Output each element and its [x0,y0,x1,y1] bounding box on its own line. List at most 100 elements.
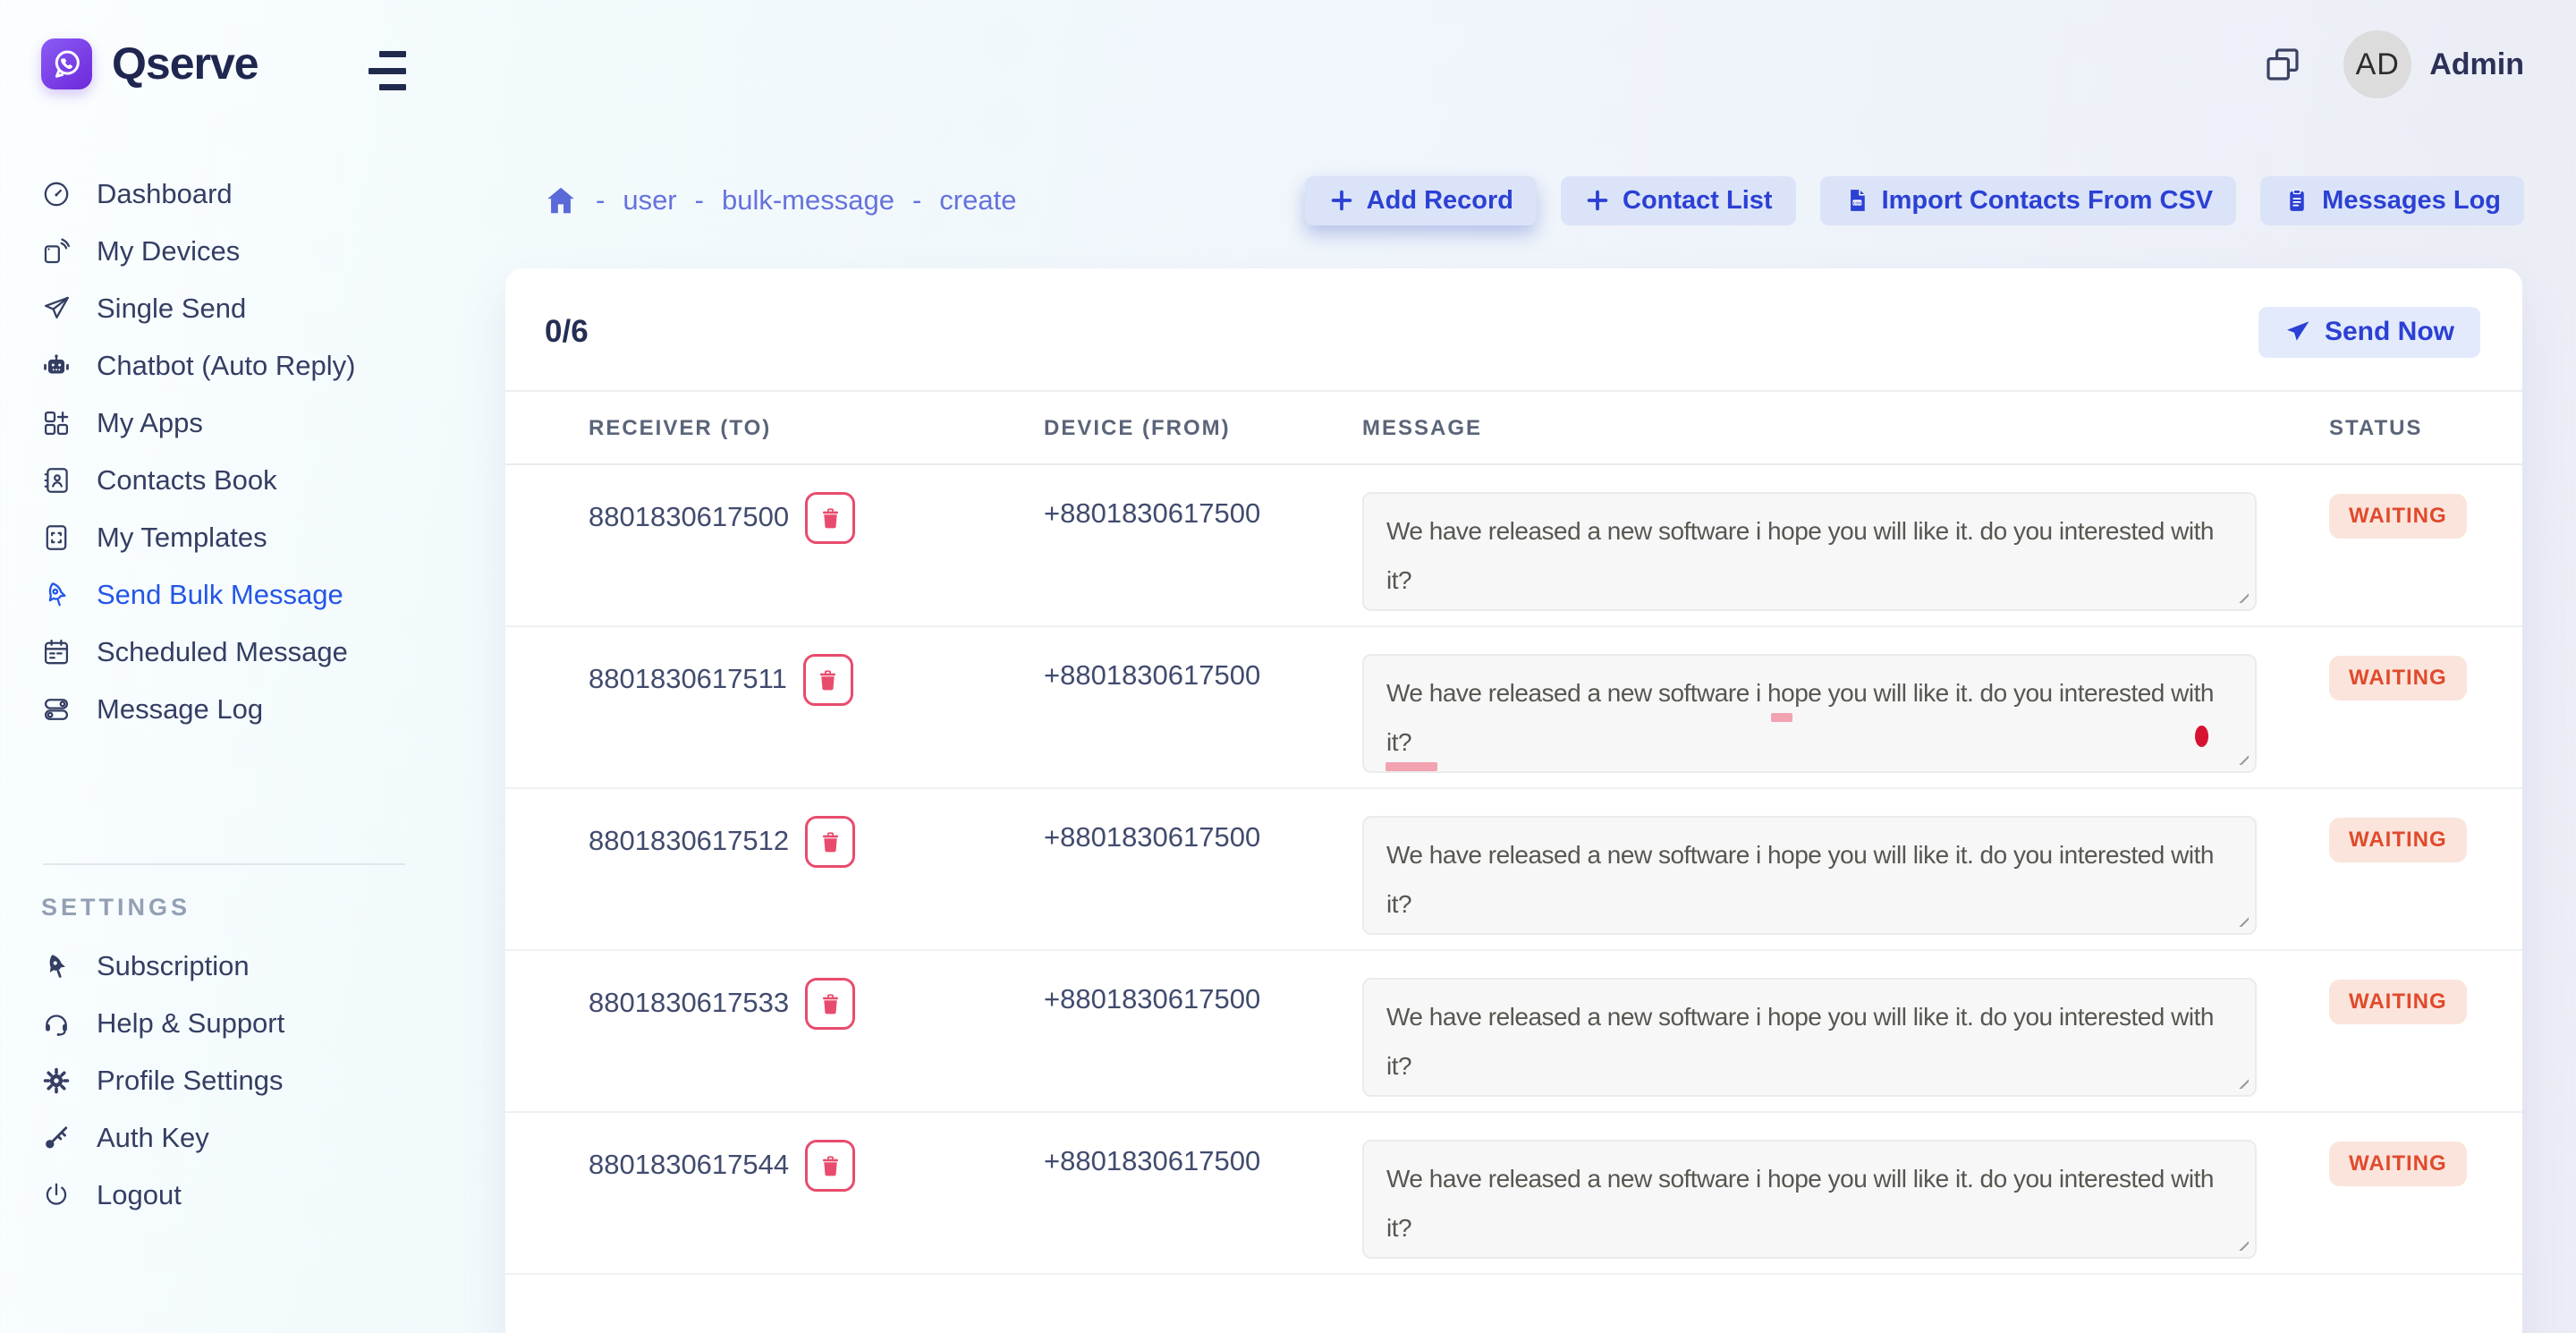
sidebar-item-label: My Devices [97,235,240,267]
sidebar-item-single-send[interactable]: Single Send [0,280,477,337]
sidebar-item-label: My Apps [97,407,203,439]
table-row: 8801830617533 +8801830617500 We have rel… [505,951,2522,1113]
sidebar-item-send-bulk-message[interactable]: Send Bulk Message [0,566,477,624]
clipboard-icon [2284,187,2310,214]
sidebar-item-help-support[interactable]: Help & Support [0,995,477,1052]
sidebar-item-my-apps[interactable]: My Apps [0,395,477,452]
sidebar-item-profile-settings[interactable]: Profile Settings [0,1052,477,1109]
import-contacts-from-csv-button[interactable]: CSV Import Contacts From CSV [1820,176,2237,225]
column-header-device: DEVICE (FROM) [1044,416,1362,441]
address-book-icon [41,465,72,496]
toggles-icon [41,694,72,725]
message-textarea[interactable]: We have released a new software i hope y… [1362,978,2257,1097]
receiver-number: 8801830617512 [589,823,789,859]
sidebar-item-dashboard[interactable]: Dashboard [0,166,477,223]
trash-icon [816,668,840,692]
sidebar-toggle-button[interactable] [369,51,406,90]
page-actions: Add Record Contact List CSV Import Conta… [1305,176,2524,225]
receiver-number: 8801830617511 [589,661,787,697]
key-icon [41,1123,72,1153]
contact-list-button[interactable]: Contact List [1561,176,1796,225]
sidebar-item-my-templates[interactable]: My Templates [0,509,477,566]
delete-row-button[interactable] [805,1140,855,1192]
message-textarea[interactable]: We have released a new software i hope y… [1362,492,2257,611]
headset-icon [41,1008,72,1039]
breadcrumb: -user-bulk-message-create [544,183,1016,217]
trash-icon [818,830,843,854]
action-button-label: Add Record [1367,186,1513,216]
sidebar-item-logout[interactable]: Logout [0,1167,477,1224]
template-file-icon [41,522,72,553]
home-icon[interactable] [544,183,578,217]
message-text: We have released a new software i hope y… [1386,679,2214,756]
device-number: +8801830617500 [1044,1140,1362,1273]
message-textarea[interactable]: We have released a new software i hope y… [1362,816,2257,935]
sidebar-item-chatbot-auto-reply[interactable]: Chatbot (Auto Reply) [0,337,477,395]
robot-icon [41,351,72,381]
spellcheck-underline [1771,713,1792,722]
csv-file-icon: CSV [1843,187,1870,214]
delete-row-button[interactable] [803,654,853,706]
sidebar-item-label: Chatbot (Auto Reply) [97,350,355,382]
sidebar: Qserve Dashboard My Devices Single Send … [0,0,477,1333]
device-number: +8801830617500 [1044,978,1362,1111]
gear-icon [41,1066,72,1096]
delete-row-button[interactable] [805,978,855,1030]
sidebar-item-label: Subscription [97,950,250,982]
table-row: 8801830617500 +8801830617500 We have rel… [505,465,2522,627]
add-record-button[interactable]: Add Record [1305,176,1537,225]
recording-dot [2195,726,2208,747]
breadcrumb-row: -user-bulk-message-create Add Record Con… [544,175,2524,225]
breadcrumb-separator: - [596,184,605,217]
device-number: +8801830617500 [1044,816,1362,949]
whatsapp-logo-icon [41,38,92,89]
sidebar-item-contacts-book[interactable]: Contacts Book [0,452,477,509]
column-header-message: MESSAGE [1362,416,2329,441]
sidebar-item-subscription[interactable]: Subscription [0,938,477,995]
trash-icon [818,1154,843,1178]
paper-plane-icon [41,293,72,324]
sidebar-divider [43,863,405,865]
delete-row-button[interactable] [805,492,855,544]
sidebar-item-auth-key[interactable]: Auth Key [0,1109,477,1167]
delete-row-button[interactable] [805,816,855,868]
receiver-number: 8801830617533 [589,985,789,1021]
action-button-label: Import Contacts From CSV [1882,186,2214,216]
svg-text:CSV: CSV [1852,200,1860,205]
device-number: +8801830617500 [1044,654,1362,787]
message-text: We have released a new software i hope y… [1386,1165,2214,1242]
sidebar-item-label: Single Send [97,293,246,325]
message-textarea[interactable]: We have released a new software i hope y… [1362,654,2257,773]
paper-plane-icon [2284,318,2311,345]
sidebar-item-label: Send Bulk Message [97,579,343,611]
receiver-number: 8801830617544 [589,1147,789,1183]
status-badge: WAITING [2329,980,2467,1024]
message-textarea[interactable]: We have released a new software i hope y… [1362,1140,2257,1259]
sidebar-item-my-devices[interactable]: My Devices [0,223,477,280]
user-menu[interactable]: AD Admin [2343,30,2524,98]
breadcrumb-item-bulk-message[interactable]: bulk-message [722,184,894,217]
sidebar-item-scheduled-message[interactable]: Scheduled Message [0,624,477,681]
breadcrumb-item-create[interactable]: create [939,184,1016,217]
send-now-label: Send Now [2325,317,2454,347]
status-badge: WAITING [2329,1142,2467,1186]
breadcrumb-separator: - [695,184,704,217]
breadcrumb-item-user[interactable]: user [623,184,676,217]
sidebar-item-message-log[interactable]: Message Log [0,681,477,738]
sidebar-nav: Dashboard My Devices Single Send Chatbot… [0,89,477,738]
device-number: +8801830617500 [1044,492,1362,625]
trash-icon [818,992,843,1016]
receiver-number: 8801830617500 [589,499,789,535]
table-row: 8801830617512 +8801830617500 We have rel… [505,789,2522,951]
status-badge: WAITING [2329,656,2467,700]
send-now-button[interactable]: Send Now [2258,307,2480,358]
sidebar-item-label: Scheduled Message [97,636,348,668]
status-badge: WAITING [2329,494,2467,539]
messages-log-button[interactable]: Messages Log [2260,176,2524,225]
user-name: Admin [2429,47,2524,82]
status-badge: WAITING [2329,818,2467,862]
sidebar-item-label: My Templates [97,522,267,554]
copy-icon[interactable] [2261,43,2304,86]
device-signal-icon [41,236,72,267]
settings-section-label: SETTINGS [41,894,477,921]
